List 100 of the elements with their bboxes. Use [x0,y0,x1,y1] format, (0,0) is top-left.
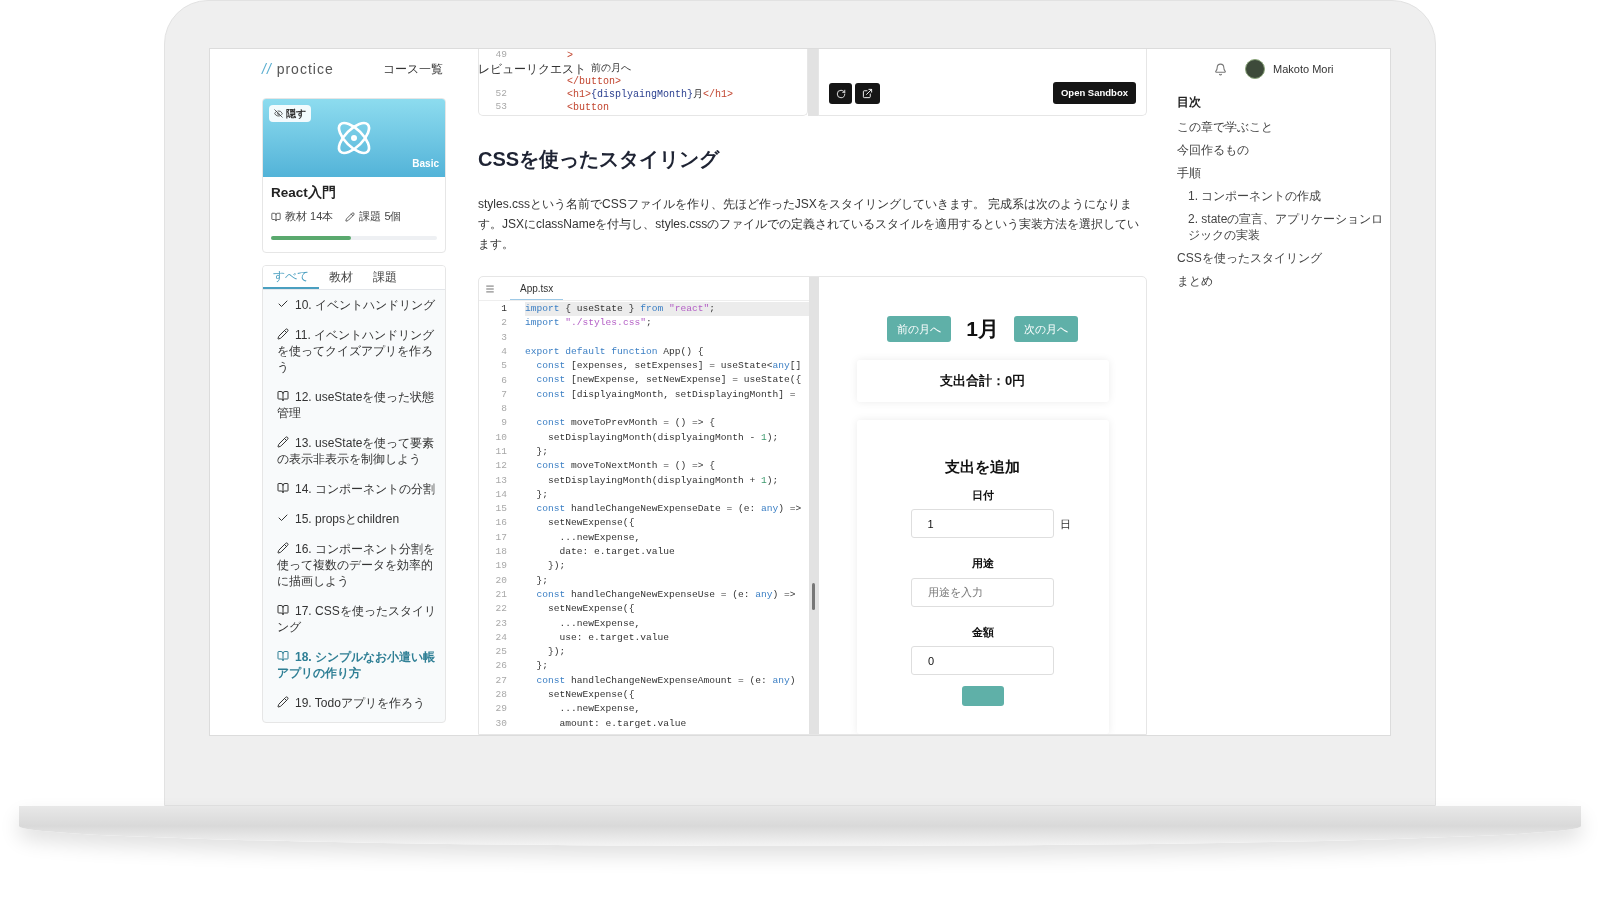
code-line: const moveToNextMonth = () => { [536,460,715,472]
field-label: 金額 [971,624,994,640]
hide-badge[interactable]: 隠す [269,105,311,122]
chapter-item[interactable]: 12. useStateを使った状態管理 [277,381,440,428]
code-line: }; [536,488,549,500]
toc-link[interactable]: 今回作るもの [1177,142,1387,158]
book-icon [277,389,289,402]
divider-handle[interactable] [808,49,818,116]
line-number: 3 [500,330,508,345]
logo[interactable]: // proctice [262,59,334,80]
chapter-item[interactable]: 19. Todoアプリを作ろう [277,687,440,718]
line-number: 28 [494,688,508,703]
code-line: setDisplayingMonth(displyaingMonth + 1); [548,474,779,486]
chapter-item[interactable]: 14. コンポーネントの分割 [277,473,440,504]
line-number: 49 [495,49,507,61]
external-link-icon [862,88,873,99]
line-number: 4 [500,344,508,359]
input-field[interactable]: 1 [910,509,1054,539]
chapter-item[interactable]: 17. CSSを使ったスタイリング [277,595,440,642]
line-number: 5 [500,359,508,374]
section-heading: CSSを使ったスタイリング [478,147,721,172]
code-line: date: e.target.value [559,546,675,558]
line-number: 14 [494,487,508,502]
nav-link[interactable]: コース一覧 [383,61,443,79]
day-suffix: 日 [1059,516,1071,532]
code-line: import "./styles.css"; [525,317,652,329]
code-line: const [newExpense, setNewExpense] = useState({ [536,374,802,386]
code-line: setNewExpense({ [548,517,635,529]
pencil-icon [345,211,356,222]
code-line: }; [536,574,549,586]
total-amount: 支出合計：0円 [939,372,1026,391]
toc-link[interactable]: 1. コンポーネントの作成 [1188,188,1387,204]
chapter-item[interactable]: 11. イベントハンドリングを使ってクイズアプリを作ろう [277,319,440,382]
input-field[interactable]: 用途を入力 [911,577,1054,607]
course-title: React入門 [271,184,337,202]
refresh-icon [835,88,846,99]
line-number: 24 [494,630,508,645]
code-line: <button [567,102,610,113]
course-card[interactable]: 隠す Basic React入門 教材 14本 課題 5個 [262,98,446,253]
line-number: 23 [494,616,508,631]
chapter-item[interactable]: 15. propsとchildren [277,503,440,534]
code-line: const moveToPrevMonth = () => { [536,417,715,429]
line-number: 25 [494,645,508,660]
line-number: 20 [494,573,508,588]
open-sandbox-button[interactable]: Open Sandbox [1052,82,1136,104]
code-line: use: e.target.value [559,631,669,643]
code-line: ...newExpense, [559,703,641,715]
scrollbar-thumb[interactable] [812,583,815,610]
form-title: 支出を追加 [945,457,1020,478]
chapter-item[interactable]: 18. シンプルなお小遣い帳アプリの作り方 [277,641,440,688]
divider-handle[interactable] [809,277,819,734]
field-label: 日付 [971,487,994,503]
menu-icon[interactable] [485,283,495,294]
code-line: ...newExpense, [559,617,641,629]
toc-link[interactable]: この章で学ぶこと [1177,119,1387,135]
code-line: export default function App() { [525,345,704,357]
avatar[interactable] [1245,59,1265,79]
file-tab[interactable]: App.tsx [510,277,564,300]
line-number: 52 [495,88,507,100]
bell-icon[interactable] [1214,62,1227,76]
line-number: 6 [500,373,508,388]
chapter-item[interactable]: 10. イベントハンドリング [277,289,440,320]
save-button[interactable] [961,686,1004,707]
line-number: 7 [500,387,508,402]
code-line: }); [548,560,566,572]
line-number: 21 [494,587,508,602]
line-number: 8 [500,402,508,417]
field-label: 用途 [971,556,994,572]
line-number: 12 [494,459,508,474]
code-line: setNewExpense({ [548,689,635,700]
level-label: Basic [412,157,439,171]
code-line: const handleChangeNewExpenseAmount = (e: any) [536,674,796,686]
input-field[interactable]: 0 [911,646,1054,676]
toc-link[interactable]: 2. stateの宣言、アプリケーションロジックの実装 [1188,211,1387,243]
toc-link[interactable]: 手順 [1177,165,1387,181]
toc-title: 目次 [1177,94,1202,111]
line-number: 26 [494,659,508,674]
code-line: }); [548,646,566,658]
refresh-button[interactable] [829,83,852,104]
tab[interactable]: 教材 [319,265,363,289]
toc-link[interactable]: CSSを使ったスタイリング [1177,250,1387,266]
toc-link[interactable]: まとめ [1177,273,1387,289]
line-number: 29 [494,702,508,717]
pencil-icon [277,541,289,554]
code-line: const [expenses, setExpenses] = useState<any[] [536,360,802,372]
line-number: 2 [500,316,508,331]
line-number: 11 [494,445,508,459]
line-number: 17 [494,530,508,545]
code-line: </button> [567,76,622,87]
code-line: const [displyaingMonth, setDisplayingMonth] = [536,388,796,400]
user-name[interactable]: Makoto Mori [1273,60,1334,78]
code-line: const handleChangeNewExpenseUse = (e: any) => [536,588,796,600]
line-number: 10 [494,430,508,445]
eye-off-icon [274,109,283,118]
chapter-item[interactable]: 16. コンポーネント分割を使って複数のデータを効率的に描画しよう [277,533,440,596]
code-line: > [567,50,574,61]
tab[interactable]: 課題 [363,265,407,289]
open-external-button[interactable] [855,83,880,104]
chapter-item[interactable]: 13. useStateを使って要素の表示非表示を制御しよう [277,427,440,474]
line-number: 13 [494,473,508,488]
